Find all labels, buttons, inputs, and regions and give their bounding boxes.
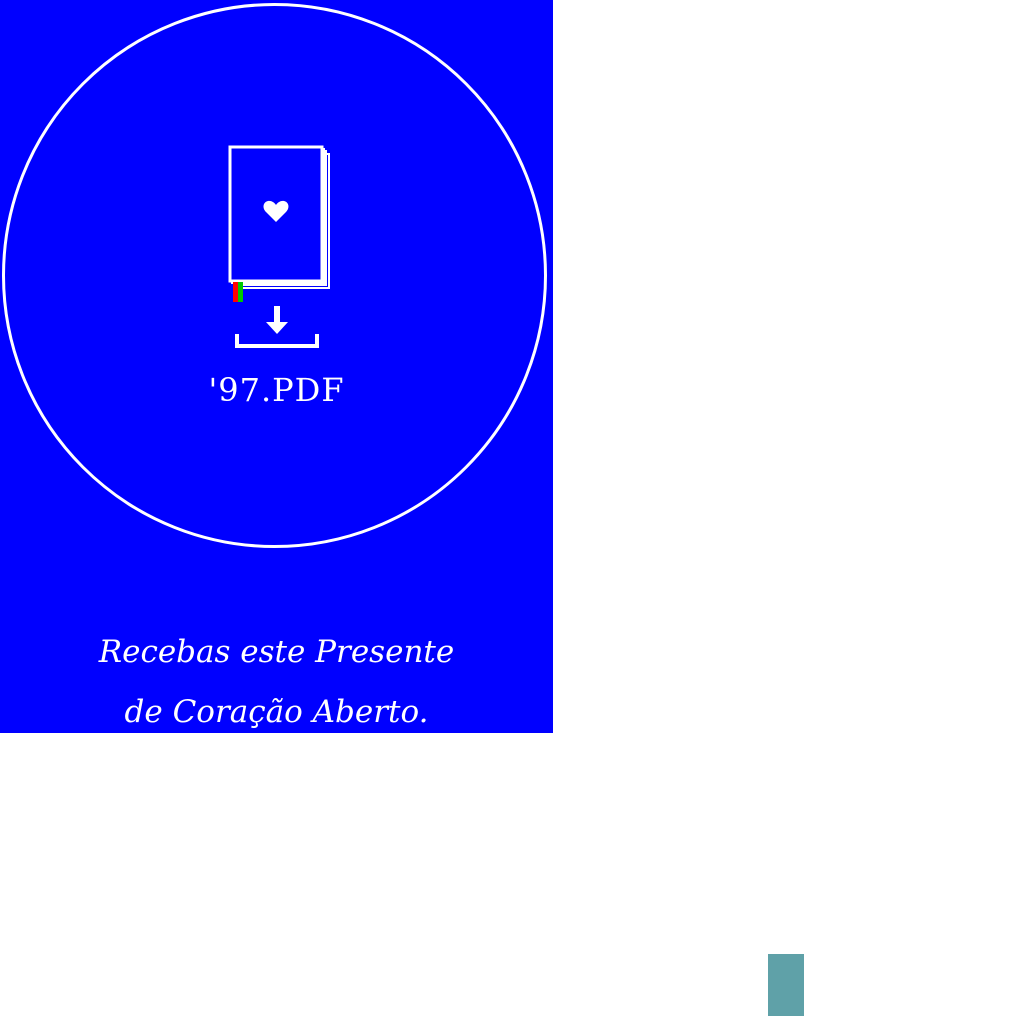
book-heart-icon[interactable] [226,144,332,304]
tagline-line-2: de Coração Aberto. [124,694,429,730]
accent-block [768,954,804,1016]
tagline-line-1: Recebas este Presente [98,634,455,670]
poster: '97.PDF Recebas este Presente de Coração… [0,0,553,733]
file-name-label[interactable]: '97.PDF [0,370,553,410]
download-icon[interactable] [234,304,320,350]
